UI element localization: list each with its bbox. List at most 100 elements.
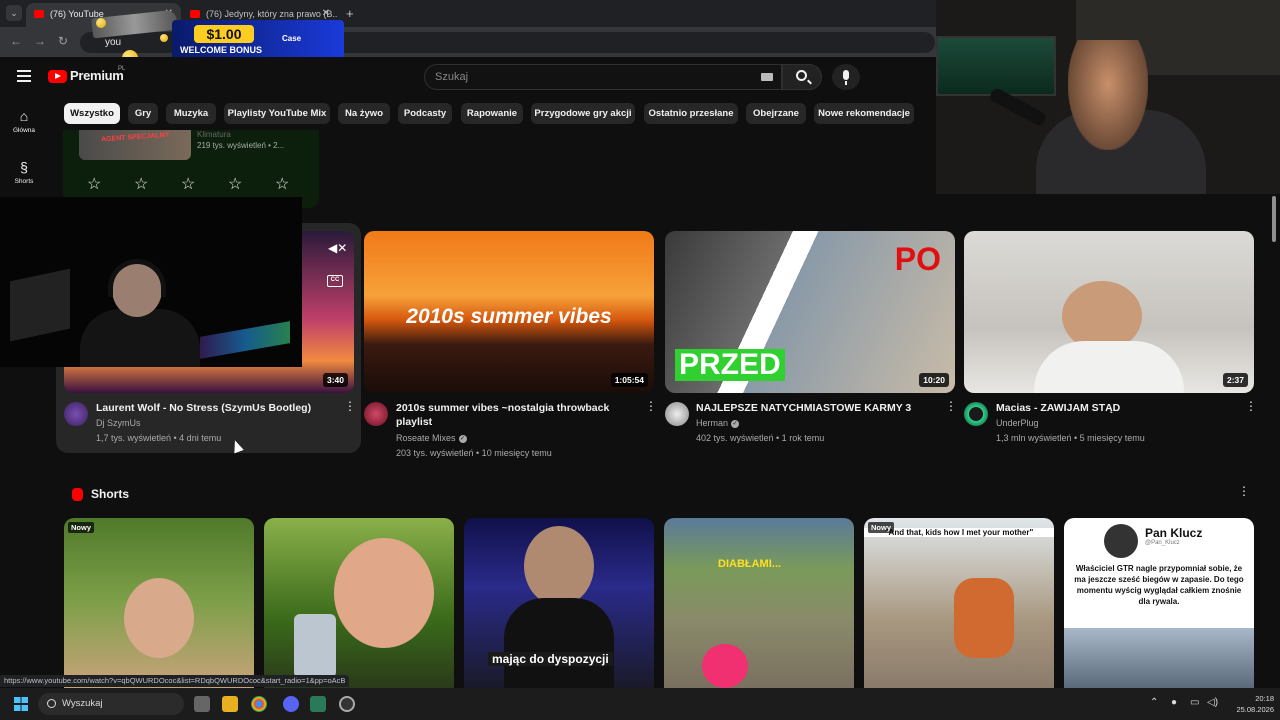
app-icon[interactable] [310,696,326,712]
clock-time: 20:18 [1255,694,1274,703]
video-title[interactable]: Laurent Wolf - No Stress (SzymUs Bootleg… [96,401,336,415]
short-thumbnail-phone [294,614,336,678]
taskbar-clock[interactable]: 20:18 25.08.2026 [1222,693,1274,715]
star-icon[interactable]: ☆ [181,174,195,194]
more-options-icon[interactable]: ⋮ [1238,485,1250,497]
sidebar-item-shorts[interactable]: § Shorts [0,159,48,185]
webcam-aquarium [936,36,1056,96]
short-card[interactable]: DIABŁAMI... [664,518,854,688]
webcam-person [1068,40,1148,150]
channel-name[interactable]: Herman ✓ [696,418,740,428]
captions-icon[interactable]: CC [327,275,343,287]
video-stats: 402 tys. wyświetleń • 1 rok temu [696,433,825,443]
more-options-icon[interactable]: ⋮ [945,400,957,412]
menu-icon[interactable] [17,70,31,82]
chip-new-recommendations[interactable]: Nowe rekomendacje [814,103,914,124]
chip-mix-playlists[interactable]: Playlisty YouTube Mix [224,103,330,124]
chrome-icon[interactable] [251,696,267,712]
more-options-icon[interactable]: ⋮ [645,400,657,412]
chip-podcasts[interactable]: Podcasty [398,103,452,124]
star-icon[interactable]: ☆ [275,174,289,194]
back-icon[interactable]: ← [10,34,22,48]
video-title[interactable]: NAJLEPSZE NATYCHMIASTOWE KARMY 3 [696,401,936,415]
chip-all[interactable]: Wszystko [64,103,120,124]
windows-taskbar: Wyszukaj ⌃ ● ▭ ◁) 20:18 25.08.2026 [0,688,1280,720]
logo-text[interactable]: Premium [70,68,124,83]
chip-rap[interactable]: Rapowanie [461,103,523,124]
new-badge: Nowy [68,522,95,533]
avatar[interactable] [665,402,689,426]
sidebar-item-label: Shorts [14,178,34,185]
display-icon[interactable]: ▭ [1190,697,1199,708]
short-card[interactable]: mając do dyspozycji [464,518,654,688]
search-button[interactable] [782,64,822,90]
short-card[interactable]: Nowy [64,518,254,688]
volume-icon[interactable]: ◁) [1207,697,1218,708]
keyboard-icon[interactable] [761,73,773,81]
video-title[interactable]: 2010s summer vibes ~nostalgia throwback … [396,401,636,429]
taskbar-search[interactable]: Wyszukaj [38,693,184,715]
short-author-name: Pan Klucz [1145,526,1203,540]
address-text: you [105,37,122,48]
mute-icon[interactable]: ◀✕ [328,241,347,255]
short-thumbnail-person [124,578,194,658]
sidebar-item-label: Główna [12,127,36,134]
chip-action-adventure[interactable]: Przygodowe gry akcji [531,103,635,124]
microphone-icon[interactable]: ● [1171,697,1177,708]
short-card[interactable]: Pan Klucz @Pan_Klucz Właściciel GTR nagl… [1064,518,1254,688]
search-input[interactable]: Szukaj [424,64,782,90]
chip-live[interactable]: Na żywo [338,103,390,124]
channel-name[interactable]: Dj SzymUs [96,418,141,428]
chip-watched[interactable]: Obejrzane [746,103,806,124]
webcam-headphones [108,259,166,297]
more-options-icon[interactable]: ⋮ [1245,400,1257,412]
rating-card-thumbnail[interactable]: AGENT SPECJALNY [79,130,191,160]
tab-search-button[interactable]: ⌄ [6,5,22,21]
link-status-url: https://www.youtube.com/watch?v=qbQWURDO… [0,675,350,687]
video-duration: 3:40 [322,373,348,387]
short-card[interactable]: "And that, kids how I met your mother" N… [864,518,1054,688]
task-view-icon[interactable] [194,696,210,712]
star-icon[interactable]: ☆ [228,174,242,194]
obs-icon[interactable] [339,696,355,712]
discord-icon[interactable] [283,696,299,712]
overlay-ad-banner[interactable]: $1.00 WELCOME BONUS Case [172,20,344,60]
short-thumbnail-person [334,538,434,648]
webcam-overlay-left [0,197,302,367]
video-title[interactable]: Macias - ZAWIJAM STĄD [996,401,1236,415]
channel-name[interactable]: Roseate Mixes ✓ [396,433,467,443]
windows-start-icon[interactable] [14,697,28,711]
video-thumbnail[interactable]: 2:37 [964,231,1254,393]
reload-icon[interactable]: ↻ [58,34,68,48]
voice-search-button[interactable] [832,64,860,90]
search-icon [796,70,807,81]
new-badge: Nowy [868,522,895,533]
star-icon[interactable]: ☆ [134,174,148,194]
avatar[interactable] [364,402,388,426]
youtube-logo-icon[interactable] [48,70,67,83]
avatar[interactable] [64,402,88,426]
star-icon[interactable]: ☆ [87,174,101,194]
file-explorer-icon[interactable] [222,696,238,712]
chip-recently-uploaded[interactable]: Ostatnio przesłane [644,103,738,124]
new-tab-button[interactable]: + [346,6,354,21]
avatar[interactable] [964,402,988,426]
more-options-icon[interactable]: ⋮ [344,400,356,412]
devil-emoji-icon [702,644,748,688]
short-caption: Właściciel GTR nagle przypomniał sobie, … [1074,564,1244,606]
sidebar-item-home[interactable]: ⌂ Główna [0,108,48,134]
shorts-icon [72,488,83,501]
chip-games[interactable]: Gry [128,103,158,124]
tray-chevron-icon[interactable]: ⌃ [1150,697,1158,708]
short-card[interactable] [264,518,454,688]
chip-music[interactable]: Muzyka [166,103,216,124]
short-caption: DIABŁAMI... [718,558,781,570]
page-scrollbar[interactable] [1272,196,1276,242]
shorts-icon: § [20,159,28,175]
video-thumbnail[interactable]: PO PRZED 10:20 [665,231,955,393]
clock-date: 25.08.2026 [1236,705,1274,714]
forward-icon[interactable]: → [34,34,46,48]
channel-name[interactable]: UnderPlug [996,418,1039,428]
short-thumbnail-people [954,578,1014,658]
video-thumbnail[interactable]: 2010s summer vibes 1:05:54 [364,231,654,393]
